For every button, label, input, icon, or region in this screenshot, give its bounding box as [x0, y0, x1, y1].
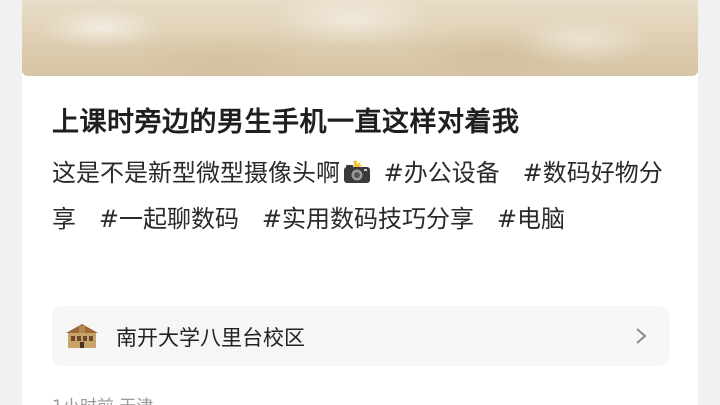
screen: 上课时旁边的男生手机一直这样对着我 这是不是新型微型摄像头啊 #办公设备 #数码…: [0, 0, 720, 405]
camera-flash-icon: [342, 153, 372, 183]
right-margin: [698, 0, 720, 405]
post-title: 上课时旁边的男生手机一直这样对着我: [52, 107, 520, 138]
hashtag-link[interactable]: #电脑: [497, 205, 565, 233]
building-icon: [66, 324, 98, 348]
post-image[interactable]: [22, 0, 698, 76]
post-body: 这是不是新型微型摄像头啊 #办公设备 #数码好物分享 #一起聊数码 #实用数码技…: [52, 150, 672, 242]
hashtag-link[interactable]: #一起聊数码: [99, 205, 239, 233]
hashtag-link[interactable]: #办公设备: [384, 159, 500, 187]
location-label: 南开大学八里台校区: [116, 326, 305, 350]
post-body-text: 这是不是新型微型摄像头啊: [52, 159, 340, 187]
left-margin: [0, 0, 22, 405]
location-row[interactable]: 南开大学八里台校区: [52, 306, 670, 366]
post-card: 上课时旁边的男生手机一直这样对着我 这是不是新型微型摄像头啊 #办公设备 #数码…: [22, 0, 698, 405]
post-meta: 1小时前 天津: [52, 392, 153, 405]
chevron-right-icon: [636, 328, 647, 344]
hashtag-link[interactable]: #实用数码技巧分享: [262, 205, 474, 233]
